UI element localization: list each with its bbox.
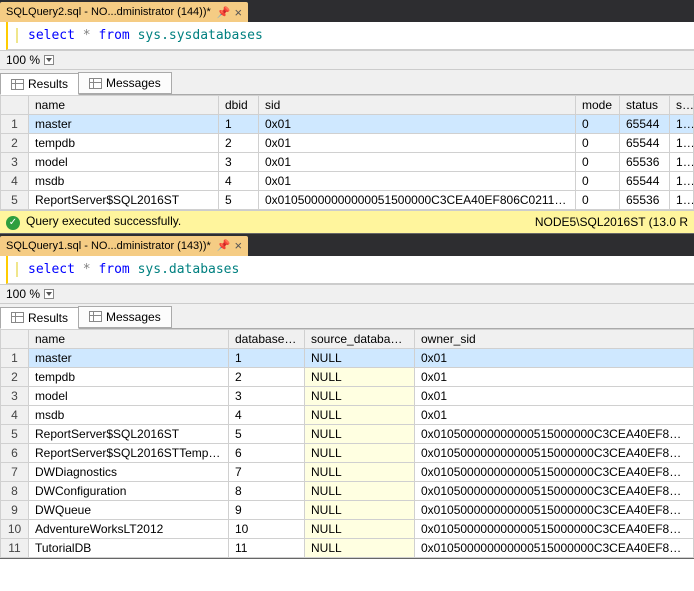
messages-icon (89, 311, 102, 322)
zoom-level[interactable]: 100 % (6, 53, 40, 67)
table-row[interactable]: 1master1NULL0x01 (1, 348, 694, 367)
tab-title: SQLQuery1.sql - NO...dministrator (143))… (6, 240, 211, 252)
table-row[interactable]: 5ReportServer$SQL2016ST50x01050000000000… (1, 191, 694, 210)
grid-icon (11, 79, 24, 90)
document-tab-bottom[interactable]: SQLQuery1.sql - NO...dministrator (143))… (0, 236, 248, 256)
close-icon[interactable]: × (235, 5, 243, 20)
zoom-dropdown-icon[interactable] (44, 55, 54, 65)
success-icon: ✓ (6, 216, 20, 230)
result-tabs-top: Results Messages (0, 70, 694, 95)
results-grid-bottom[interactable]: name database_id source_database_id owne… (0, 329, 694, 558)
col-header[interactable]: name (29, 96, 219, 115)
results-grid-top[interactable]: name dbid sid mode status sta 1master10x… (0, 95, 694, 210)
messages-icon (89, 78, 102, 89)
pin-icon[interactable]: 📌 (217, 6, 231, 19)
table-row[interactable]: 9DWQueue9NULL0x010500000000000515000000C… (1, 500, 694, 519)
table-row[interactable]: 5ReportServer$SQL2016ST5NULL0x0105000000… (1, 424, 694, 443)
col-header[interactable]: owner_sid (415, 329, 694, 348)
table-row[interactable]: 1master10x0106554410 (1, 115, 694, 134)
zoom-bar-bottom: 100 % (0, 284, 694, 304)
col-header[interactable]: mode (576, 96, 620, 115)
tab-results[interactable]: Results (0, 73, 79, 95)
col-header[interactable]: status (620, 96, 670, 115)
table-row[interactable]: 7DWDiagnostics7NULL0x0105000000000005150… (1, 462, 694, 481)
close-icon[interactable]: × (235, 238, 243, 253)
server-label: NODE5\SQL2016ST (13.0 R (535, 215, 688, 229)
col-header[interactable]: sid (259, 96, 576, 115)
table-row[interactable]: 2tempdb20x0106554410 (1, 134, 694, 153)
grid-icon (11, 312, 24, 323)
col-header[interactable]: dbid (219, 96, 259, 115)
zoom-level[interactable]: 100 % (6, 287, 40, 301)
table-row[interactable]: 4msdb4NULL0x01 (1, 405, 694, 424)
status-bar: ✓ Query executed successfully. NODE5\SQL2… (0, 210, 694, 233)
pin-icon[interactable]: 📌 (217, 239, 231, 252)
table-row[interactable]: 11TutorialDB11NULL0x01050000000000051500… (1, 538, 694, 557)
col-header[interactable]: source_database_id (305, 329, 415, 348)
header-row: name dbid sid mode status sta (1, 96, 694, 115)
tab-title: SQLQuery2.sql - NO...dministrator (144))… (6, 6, 211, 18)
table-row[interactable]: 10AdventureWorksLT201210NULL0x0105000000… (1, 519, 694, 538)
query-pane-top: SQLQuery2.sql - NO...dministrator (144))… (0, 0, 694, 234)
tab-bar-bottom: SQLQuery1.sql - NO...dministrator (143))… (0, 234, 694, 256)
tab-bar-top: SQLQuery2.sql - NO...dministrator (144))… (0, 0, 694, 22)
tab-messages[interactable]: Messages (78, 72, 172, 94)
col-header[interactable]: sta (670, 96, 694, 115)
table-row[interactable]: 3model3NULL0x01 (1, 386, 694, 405)
table-row[interactable]: 3model30x0106553610 (1, 153, 694, 172)
table-row[interactable]: 6ReportServer$SQL2016STTempDB6NULL0x0105… (1, 443, 694, 462)
table-row[interactable]: 2tempdb2NULL0x01 (1, 367, 694, 386)
zoom-dropdown-icon[interactable] (44, 289, 54, 299)
table-row[interactable]: 4msdb40x0106554410 (1, 172, 694, 191)
sql-editor-top[interactable]: select * from sys.sysdatabases (6, 22, 694, 50)
tab-results[interactable]: Results (0, 307, 79, 329)
document-tab-top[interactable]: SQLQuery2.sql - NO...dministrator (144))… (0, 2, 248, 22)
table-row[interactable]: 8DWConfiguration8NULL0x01050000000000051… (1, 481, 694, 500)
status-message: Query executed successfully. (26, 214, 181, 228)
zoom-bar-top: 100 % (0, 50, 694, 70)
col-header[interactable]: database_id (229, 329, 305, 348)
query-pane-bottom: SQLQuery1.sql - NO...dministrator (143))… (0, 234, 694, 559)
sql-editor-bottom[interactable]: select * from sys.databases (6, 256, 694, 284)
result-tabs-bottom: Results Messages (0, 304, 694, 329)
col-header[interactable]: name (29, 329, 229, 348)
header-row: name database_id source_database_id owne… (1, 329, 694, 348)
tab-messages[interactable]: Messages (78, 306, 172, 328)
